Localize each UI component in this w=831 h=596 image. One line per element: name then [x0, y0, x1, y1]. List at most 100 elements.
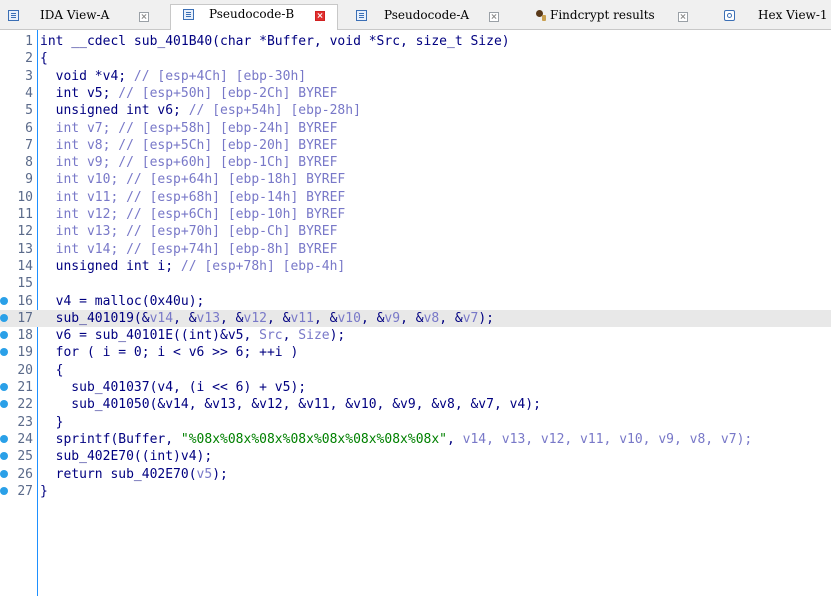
pseudocode-icon	[356, 10, 367, 21]
code-token: ,	[447, 431, 463, 447]
close-icon[interactable]	[489, 12, 499, 22]
line-number: 24	[17, 431, 33, 447]
code-token: v13	[196, 310, 221, 326]
line-number: 6	[25, 120, 33, 136]
line-number: 16	[17, 293, 33, 309]
code-token: int v11; // [esp+68h] [ebp-14h] BYREF	[40, 189, 346, 205]
code-token: v7	[462, 310, 479, 326]
code-token: sub_401019(&	[40, 310, 150, 326]
code-line[interactable]: 9 int v10; // [esp+64h] [ebp-18h] BYREF	[0, 171, 831, 188]
tab-label: Pseudocode-B	[209, 7, 295, 21]
code-text: }	[40, 483, 48, 500]
code-token: , &	[173, 310, 197, 326]
tab-pseudocode-a[interactable]: Pseudocode-A	[356, 6, 506, 28]
code-text: sub_402E70((int)v4);	[40, 448, 213, 465]
code-text: }	[40, 414, 64, 431]
code-text: int v14; // [esp+74h] [ebp-8h] BYREF	[40, 241, 338, 258]
line-number: 3	[25, 68, 33, 84]
code-token: , &	[360, 310, 385, 326]
code-line[interactable]: 25 sub_402E70((int)v4);	[0, 448, 831, 465]
line-number: 13	[17, 241, 33, 257]
line-number: 21	[17, 380, 33, 395]
code-token: int v7; // [esp+58h] [ebp-24h] BYREF	[40, 120, 338, 136]
code-text: sprintf(Buffer, "%08x%08x%08x%08x%08x%08…	[40, 431, 753, 448]
line-number: 14	[17, 258, 33, 274]
code-line[interactable]: 16 v4 = malloc(0x40u);	[0, 293, 831, 310]
code-token: // [esp+4Ch] [ebp-30h]	[133, 68, 307, 84]
line-number: 18	[17, 328, 33, 344]
code-token: v14, v13, v12, v11, v10, v9, v8, v7);	[462, 431, 753, 447]
line-number: 19	[17, 345, 33, 361]
pseudocode-icon	[183, 9, 194, 20]
code-text: int v5; // [esp+50h] [ebp-2Ch] BYREF	[40, 85, 338, 102]
code-line[interactable]: 17 sub_401019(&v14, &v13, &v12, &v11, &v…	[0, 309, 831, 327]
tab-pseudocode-b[interactable]: Pseudocode-B	[170, 4, 338, 30]
code-text: int v10; // [esp+64h] [ebp-18h] BYREF	[40, 171, 346, 188]
code-line[interactable]: 26 return sub_402E70(v5);	[0, 466, 831, 483]
code-line[interactable]: 1 int __cdecl sub_401B40(char *Buffer, vo…	[0, 33, 831, 50]
code-text: int v9; // [esp+60h] [ebp-1Ch] BYREF	[40, 154, 338, 171]
code-text: sub_401019(&v14, &v13, &v12, &v11, &v10,…	[40, 310, 494, 327]
line-number: 15	[17, 276, 33, 292]
code-line[interactable]: 11 int v12; // [esp+6Ch] [ebp-10h] BYREF	[0, 206, 831, 223]
code-line[interactable]: 7 int v8; // [esp+5Ch] [ebp-20h] BYREF	[0, 137, 831, 154]
code-token: }	[40, 483, 48, 499]
close-icon[interactable]	[139, 12, 149, 22]
code-line[interactable]: 3 void *v4; // [esp+4Ch] [ebp-30h]	[0, 68, 831, 85]
code-token: int v14; // [esp+74h] [ebp-8h] BYREF	[40, 241, 338, 257]
code-line[interactable]: 24 sprintf(Buffer, "%08x%08x%08x%08x%08x…	[0, 431, 831, 448]
code-token: sprintf(Buffer,	[40, 431, 181, 447]
code-token: int v13; // [esp+70h] [ebp-Ch] BYREF	[40, 224, 338, 240]
line-number: 1	[25, 34, 33, 49]
code-text: sub_401037(v4, (i << 6) + v5);	[40, 379, 306, 396]
line-number: 25	[17, 449, 33, 465]
close-icon[interactable]	[315, 11, 325, 21]
hex-view-icon	[724, 10, 735, 21]
code-token: v9	[384, 310, 401, 326]
tab-hex-view-1[interactable]: Hex View-1	[724, 6, 831, 28]
code-line[interactable]: 21 sub_401037(v4, (i << 6) + v5);	[0, 379, 831, 396]
line-number: 5	[25, 103, 33, 119]
code-line[interactable]: 15	[0, 275, 831, 292]
line-number: 23	[17, 414, 33, 430]
code-line[interactable]: 10 int v11; // [esp+68h] [ebp-14h] BYREF	[0, 189, 831, 206]
code-line[interactable]: 5 unsigned int v6; // [esp+54h] [ebp-28h…	[0, 102, 831, 119]
code-line[interactable]: 22 sub_401050(&v14, &v13, &v12, &v11, &v…	[0, 396, 831, 413]
code-text: int __cdecl sub_401B40(char *Buffer, voi…	[40, 33, 510, 50]
code-token: v10	[337, 310, 361, 326]
code-line[interactable]: 8 int v9; // [esp+60h] [ebp-1Ch] BYREF	[0, 154, 831, 171]
code-token: // [esp+78h] [ebp-4h]	[180, 258, 346, 274]
code-token: );	[478, 310, 495, 326]
code-text: unsigned int v6; // [esp+54h] [ebp-28h]	[40, 102, 361, 119]
line-number: 10	[17, 189, 33, 205]
code-line[interactable]: 19 for ( i = 0; i < v6 >> 6; ++i )	[0, 344, 831, 361]
pseudocode-editor[interactable]: 1 int __cdecl sub_401B40(char *Buffer, vo…	[0, 30, 831, 596]
code-token: int v8; // [esp+5Ch] [ebp-20h] BYREF	[40, 137, 338, 153]
code-text: void *v4; // [esp+4Ch] [ebp-30h]	[40, 68, 306, 85]
code-token: }	[40, 414, 64, 430]
code-token: sub_401037(v4, (i << 6) + v5);	[40, 380, 307, 395]
tab-ida-view-a[interactable]: IDA View-A	[8, 6, 158, 28]
code-line[interactable]: 6 int v7; // [esp+58h] [ebp-24h] BYREF	[0, 120, 831, 137]
code-token: v14	[149, 310, 174, 326]
code-line[interactable]: 14 unsigned int i; // [esp+78h] [ebp-4h]	[0, 258, 831, 275]
code-token: {	[40, 51, 48, 67]
code-line[interactable]: 12 int v13; // [esp+70h] [ebp-Ch] BYREF	[0, 223, 831, 240]
code-line[interactable]: 20 {	[0, 362, 831, 379]
tab-findcrypt-results[interactable]: Findcrypt results	[536, 6, 696, 28]
code-line[interactable]: 23 }	[0, 414, 831, 431]
line-number: 8	[25, 155, 33, 171]
code-token: void *v4;	[40, 68, 134, 84]
code-line[interactable]: 13 int v14; // [esp+74h] [ebp-8h] BYREF	[0, 241, 831, 258]
code-token: "%08x%08x%08x%08x%08x%08x%08x%08x"	[180, 431, 447, 447]
close-icon[interactable]	[678, 12, 688, 22]
code-line[interactable]: 18 v6 = sub_40101E((int)&v5, Src, Size);	[0, 327, 831, 344]
code-token: );	[329, 328, 346, 344]
code-line[interactable]: 4 int v5; // [esp+50h] [ebp-2Ch] BYREF	[0, 85, 831, 102]
code-line[interactable]: 27}	[0, 483, 831, 500]
tab-label: Hex View-1	[758, 8, 828, 22]
code-token: int __cdecl sub_401B40(char *Buffer, voi…	[40, 34, 510, 49]
code-token: , &	[439, 310, 463, 326]
code-line[interactable]: 2{	[0, 50, 831, 67]
line-number: 17	[17, 310, 33, 326]
